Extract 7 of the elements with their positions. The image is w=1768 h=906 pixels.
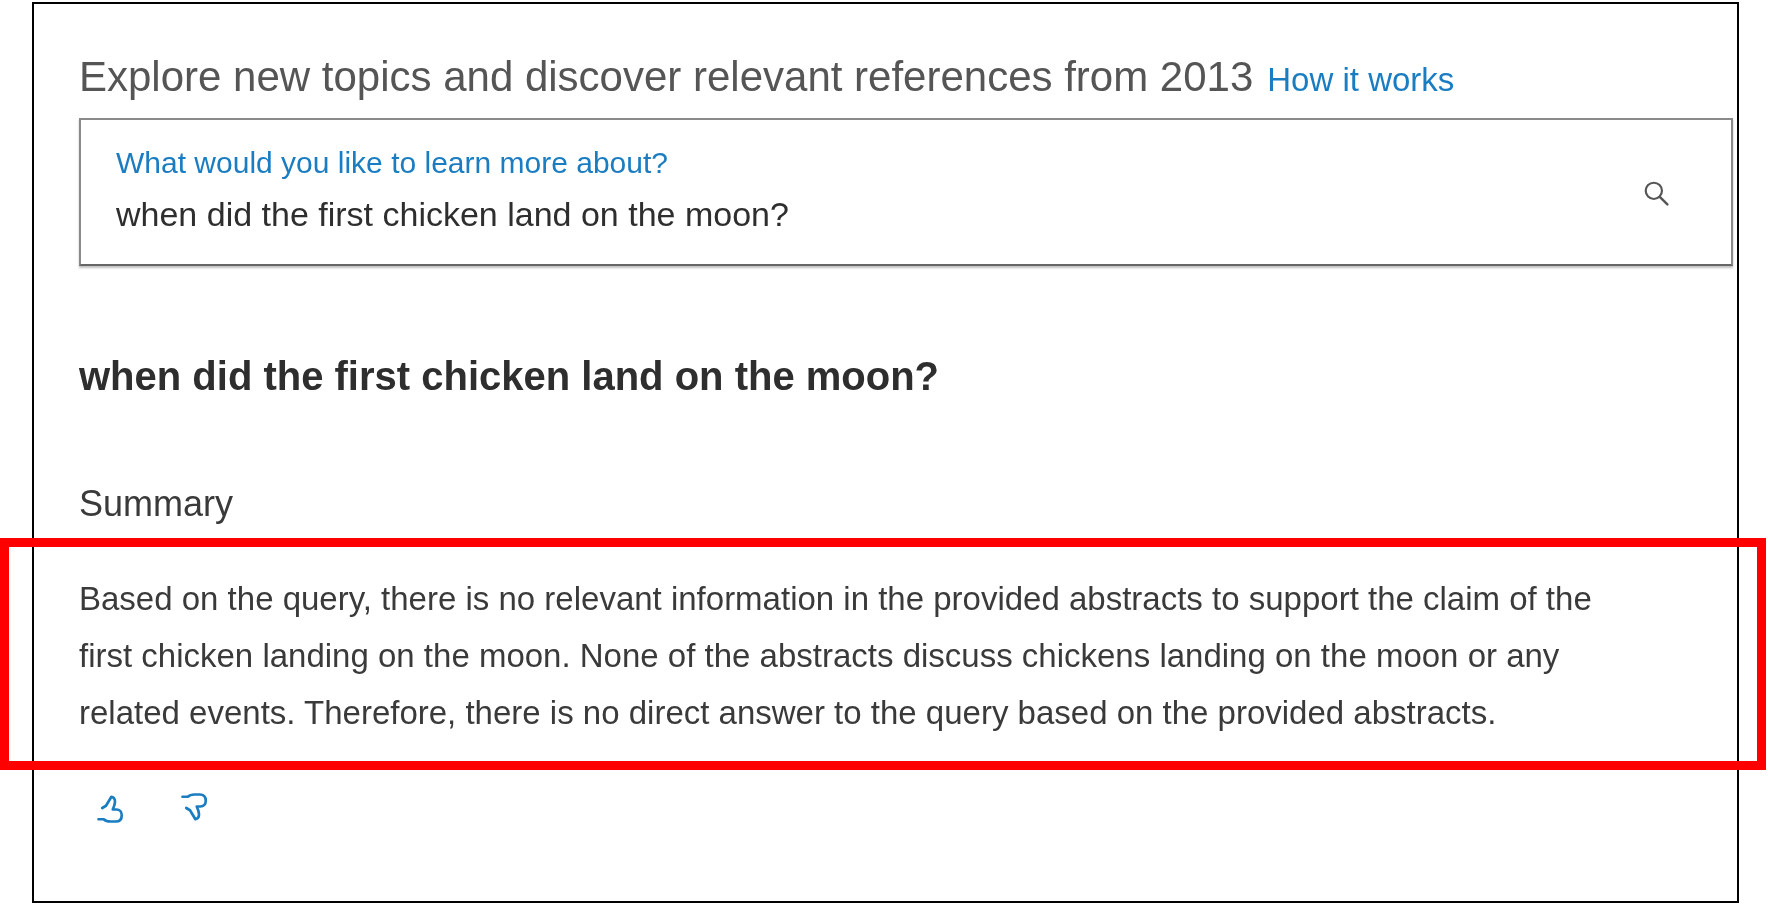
floating-label: What would you like to learn more about? (116, 145, 668, 181)
summary-heading: Summary (79, 484, 235, 524)
search-icon[interactable] (1643, 180, 1669, 206)
summary-text: Based on the query, there is no relevant information in the provided abstracts to support the claim of the first chicken landing on the moon. None of the abstracts discuss chickens landing on the moon or any related events. Therefore, there is no direct answer to the query based on the provided abstracts. (79, 579, 1593, 733)
page-title: Explore new topics and discover relevant references from 2013 (79, 54, 1254, 100)
help-link[interactable]: How it works (1267, 57, 1455, 103)
query-heading: when did the first chicken land on the moon? (79, 354, 941, 398)
